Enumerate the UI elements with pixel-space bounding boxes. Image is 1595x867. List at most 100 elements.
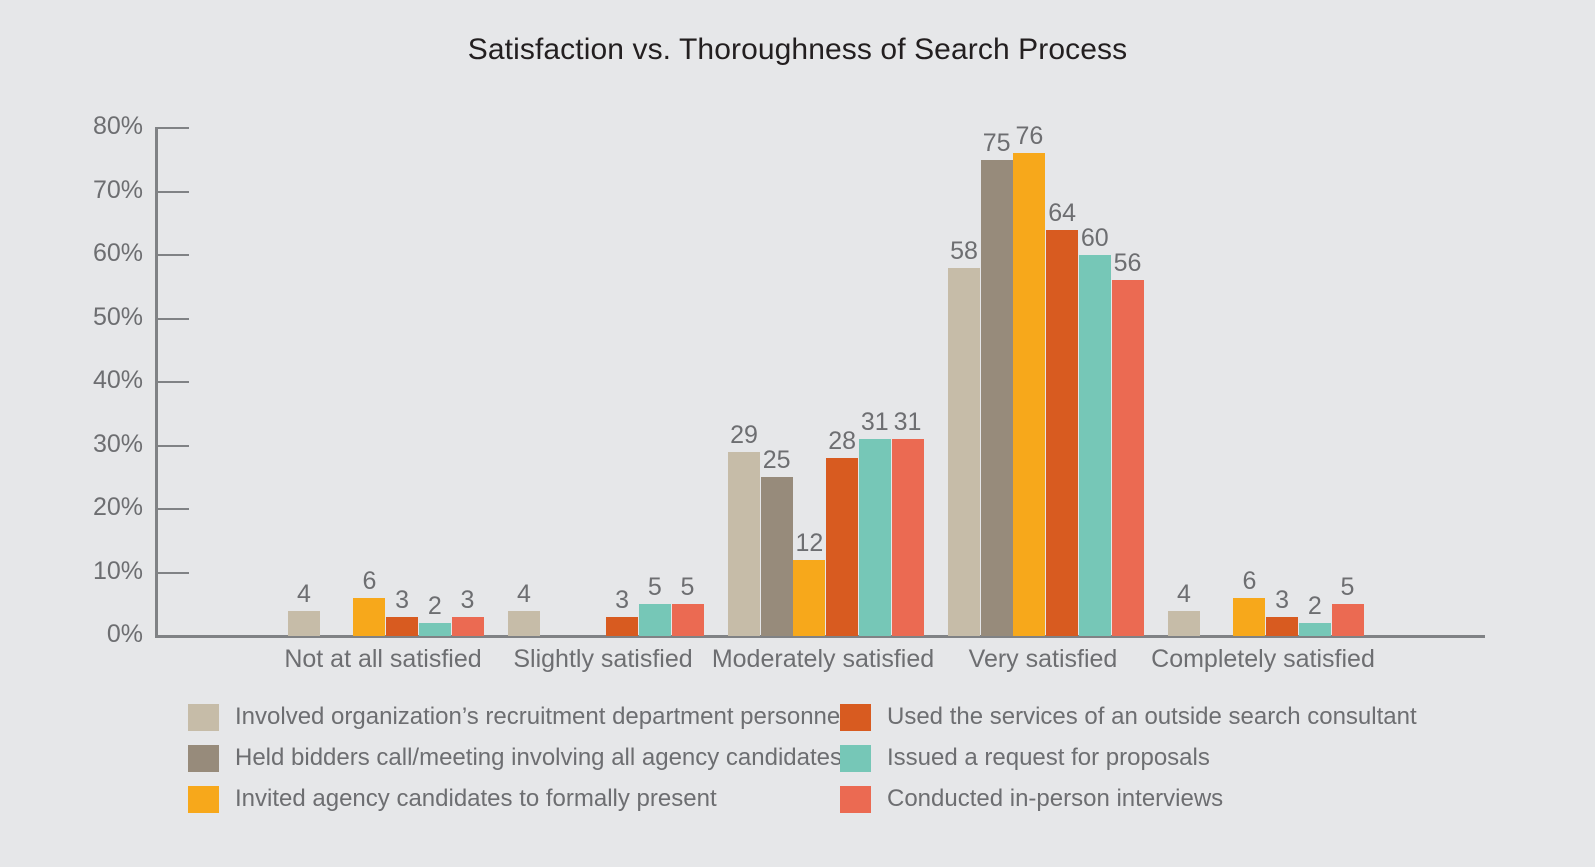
bar[interactable] xyxy=(451,616,484,636)
bar-slot: 6 xyxy=(353,116,386,636)
bar-value-label: 5 xyxy=(1340,573,1355,602)
bar-group: 46323 xyxy=(288,116,484,636)
bar[interactable] xyxy=(1013,153,1046,636)
legend-item[interactable]: Conducted in-person interviews xyxy=(840,784,1223,814)
bar[interactable] xyxy=(1298,623,1331,636)
chart-legend: Involved organization’s recruitment depa… xyxy=(0,698,1595,828)
legend-item[interactable]: Issued a request for proposals xyxy=(840,743,1210,773)
legend-label: Conducted in-person interviews xyxy=(887,785,1224,812)
bar-slot xyxy=(541,116,573,636)
legend-label: Held bidders call/meeting involving all … xyxy=(235,744,843,771)
legend-item[interactable]: Invited agency candidates to formally pr… xyxy=(188,784,717,814)
bar-slot: 4 xyxy=(1168,116,1200,636)
bar-slot: 2 xyxy=(1298,116,1331,636)
legend-label: Issued a request for proposals xyxy=(887,744,1210,771)
bar[interactable] xyxy=(858,439,891,636)
legend-item[interactable]: Held bidders call/meeting involving all … xyxy=(188,743,842,773)
y-axis-tick xyxy=(156,571,189,574)
bar[interactable] xyxy=(1266,616,1299,636)
bar-value-label: 5 xyxy=(680,573,695,602)
bar-group: 46325 xyxy=(1168,116,1364,636)
y-axis-tick-label: 10% xyxy=(92,556,143,585)
bar-slot: 5 xyxy=(671,116,704,636)
bar[interactable] xyxy=(1078,255,1111,636)
legend-color-swatch xyxy=(188,703,219,731)
bar-slot xyxy=(573,116,605,636)
y-axis-tick xyxy=(156,635,189,637)
bar-slot: 76 xyxy=(1013,116,1046,636)
bar-slot: 5 xyxy=(1331,116,1364,636)
legend-label: Involved organization’s recruitment depa… xyxy=(235,703,846,730)
legend-color-swatch xyxy=(840,703,871,731)
bar[interactable] xyxy=(1046,229,1079,636)
bar[interactable] xyxy=(418,623,451,636)
y-axis-tick xyxy=(156,444,189,447)
bar-slot: 29 xyxy=(728,116,760,636)
legend-color-swatch xyxy=(188,744,219,772)
bar[interactable] xyxy=(728,451,760,636)
legend-label: Invited agency candidates to formally pr… xyxy=(235,785,717,812)
bar-slot: 31 xyxy=(858,116,891,636)
bar[interactable] xyxy=(386,616,419,636)
bar-slot: 56 xyxy=(1111,116,1144,636)
legend-item[interactable]: Used the services of an outside search c… xyxy=(840,702,1417,732)
bar-slot: 3 xyxy=(606,116,639,636)
bar[interactable] xyxy=(606,616,639,636)
bar[interactable] xyxy=(1168,610,1200,636)
bar-slot: 4 xyxy=(508,116,540,636)
bar[interactable] xyxy=(980,159,1013,636)
bar-slot: 31 xyxy=(891,116,924,636)
y-axis-tick xyxy=(156,254,189,256)
y-axis-tick-label: 50% xyxy=(92,302,143,331)
y-axis-tick xyxy=(156,127,189,129)
bar[interactable] xyxy=(508,610,540,636)
legend-color-swatch xyxy=(840,744,871,772)
y-axis-tick xyxy=(156,508,189,510)
bar-slot: 3 xyxy=(386,116,419,636)
legend-label: Used the services of an outside search c… xyxy=(887,703,1417,730)
bar-slot: 6 xyxy=(1233,116,1266,636)
bar[interactable] xyxy=(1331,604,1364,636)
bar-value-label: 56 xyxy=(1113,249,1142,278)
y-axis-tick-label: 80% xyxy=(92,112,143,140)
x-axis-category-label: Completely satisfied xyxy=(1151,645,1375,673)
bar-slot: 60 xyxy=(1078,116,1111,636)
bar-slot: 2 xyxy=(418,116,451,636)
bar-value-label: 31 xyxy=(893,408,922,437)
bar-slot xyxy=(1201,116,1233,636)
bar[interactable] xyxy=(671,604,704,636)
bar-group: 4355 xyxy=(508,116,704,636)
bar[interactable] xyxy=(288,610,320,636)
y-axis-tick-label: 60% xyxy=(92,239,143,267)
bar[interactable] xyxy=(793,559,826,636)
bar[interactable] xyxy=(826,458,859,636)
bar-slot: 5 xyxy=(638,116,671,636)
y-axis-tick-label: 0% xyxy=(106,620,143,648)
legend-color-swatch xyxy=(188,785,219,813)
bar-value-label: 3 xyxy=(460,585,475,614)
bar-slot: 75 xyxy=(980,116,1013,636)
bar[interactable] xyxy=(891,439,924,636)
bar-group: 29 25 12 28 31 31 xyxy=(728,116,924,636)
bar-slot: 3 xyxy=(451,116,484,636)
bar-slot: 64 xyxy=(1046,116,1079,636)
bar-slot: 58 xyxy=(948,116,980,636)
bar-slot xyxy=(321,116,353,636)
bar[interactable] xyxy=(1111,280,1144,636)
legend-color-swatch xyxy=(840,785,871,813)
bar[interactable] xyxy=(760,477,793,636)
y-axis-tick-label: 20% xyxy=(92,493,143,521)
y-axis-tick xyxy=(156,381,189,383)
y-axis-tick xyxy=(156,317,189,320)
bar-slot: 3 xyxy=(1266,116,1299,636)
bar[interactable] xyxy=(948,267,980,636)
y-axis-tick-label: 40% xyxy=(92,366,143,394)
bar-slot: 12 xyxy=(793,116,826,636)
legend-item[interactable]: Involved organization’s recruitment depa… xyxy=(188,702,846,732)
bar-group: 58 75 76 64 60 56 xyxy=(948,116,1144,636)
bar[interactable] xyxy=(638,604,671,636)
y-axis-tick-label: 30% xyxy=(92,429,143,458)
bar-slot: 28 xyxy=(826,116,859,636)
bar-slot: 4 xyxy=(288,116,320,636)
y-axis-tick-label: 70% xyxy=(92,175,143,204)
